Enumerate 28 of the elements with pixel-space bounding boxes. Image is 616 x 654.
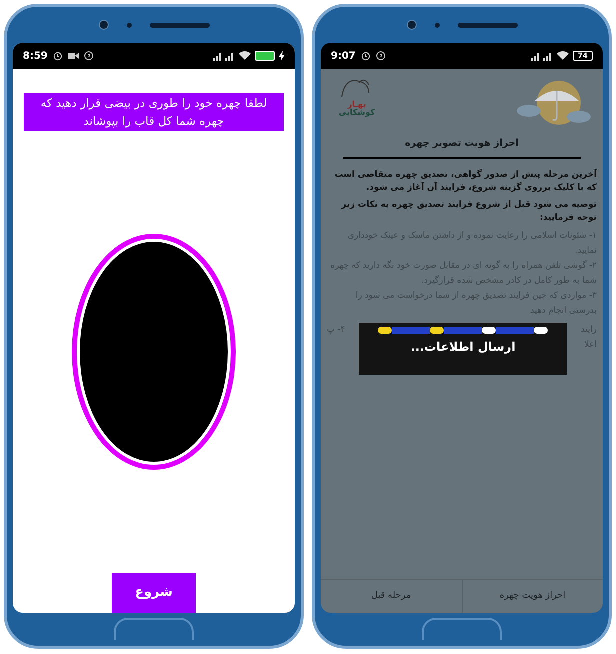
alarm-icon (360, 51, 371, 61)
instruction-banner: لطفا چهره خود را طوری در بیضی قرار دهید که چهره شما کل قاب را بپوشاند (24, 93, 284, 131)
instruction-paragraph: توصیه می شود قبل از شروع فرایند تصدیق چهره به نکات زیر توجه فرمایید: (340, 199, 597, 226)
instruction-paragraph: آخرین مرحله پیش از صدور گواهی، تصدیق چهره متقاضی است که با کلیک برروی گزینه شروع، فرایند آن آغاز می شود. (334, 169, 597, 196)
nav-button[interactable]: مرحله قبل (321, 580, 462, 613)
home-button[interactable] (114, 618, 194, 640)
signal-icon (531, 52, 553, 60)
camera-lens (406, 20, 416, 30)
start-button[interactable]: شروع (112, 573, 196, 613)
loading-message: ارسال اطلاعات... (410, 340, 516, 356)
camera-lens (98, 20, 108, 30)
logo-text: بهـار (348, 101, 366, 109)
wifi-icon (557, 51, 569, 61)
status-time: 9:07 (331, 50, 356, 64)
speaker-grille (458, 22, 518, 28)
alarm-icon (52, 51, 63, 61)
nav-button[interactable]: احراز هویت چهره (462, 580, 603, 613)
status-time: 8:59 (23, 50, 48, 64)
wifi-icon (239, 51, 251, 61)
home-button[interactable] (422, 618, 502, 640)
circle-status-icon (376, 51, 386, 61)
video-camera-icon (68, 52, 79, 60)
charging-bolt-icon (279, 51, 285, 61)
speaker-grille (150, 22, 210, 28)
signal-icon (213, 52, 235, 60)
logo-text: کوشکایی (338, 109, 376, 117)
page-title: احراز هویت تصویر چهره (404, 137, 520, 151)
circle-status-icon (84, 51, 94, 61)
